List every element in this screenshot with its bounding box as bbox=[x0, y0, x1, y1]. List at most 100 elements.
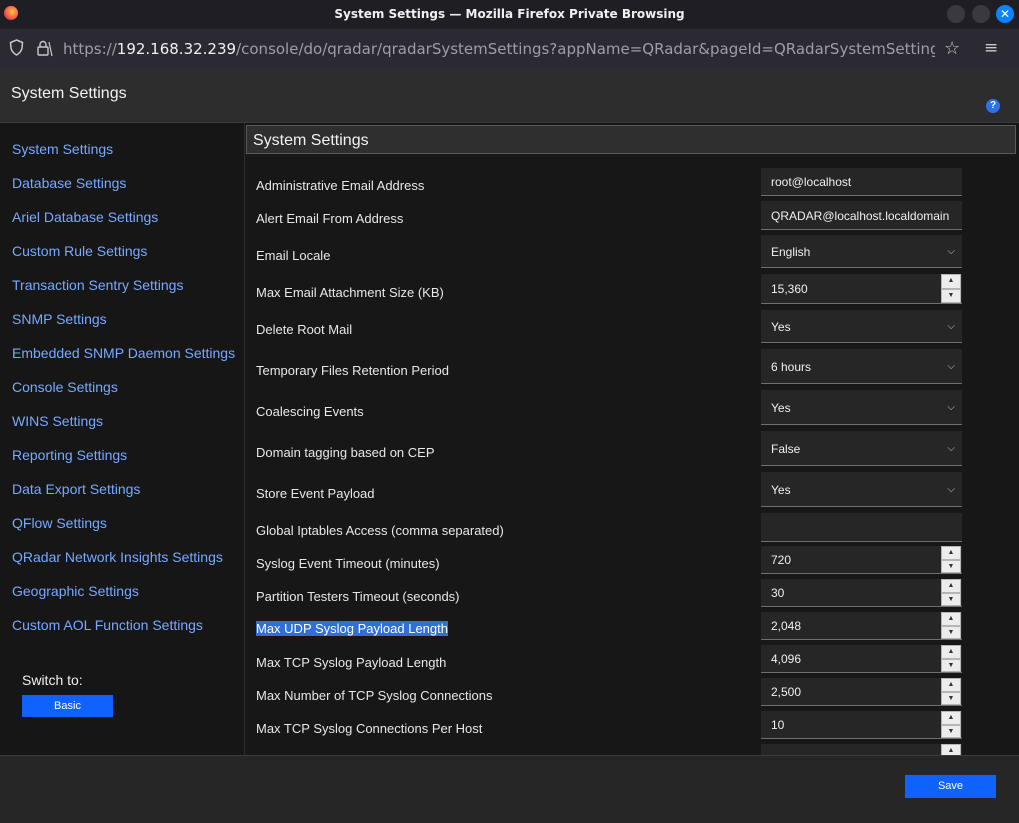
decrement-arrow-icon[interactable]: ▼ bbox=[941, 724, 961, 738]
help-icon[interactable]: ? bbox=[986, 99, 1000, 113]
sidebar-item-database-settings[interactable]: Database Settings bbox=[12, 175, 126, 191]
sidebar-item-system-settings[interactable]: System Settings bbox=[12, 141, 113, 157]
max-tcp-syslog-connections-stepper[interactable]: 2,500 ▲ ▼ bbox=[761, 678, 962, 706]
alert-email-from-label: Alert Email From Address bbox=[256, 211, 404, 226]
number-spinner[interactable]: ▲ bbox=[941, 744, 961, 755]
increment-arrow-icon[interactable]: ▲ bbox=[941, 711, 961, 725]
global-iptables-access-label: Global Iptables Access (comma separated) bbox=[256, 523, 504, 538]
max-tcp-connections-per-host-label: Max TCP Syslog Connections Per Host bbox=[256, 721, 483, 736]
increment-arrow-icon[interactable]: ▲ bbox=[941, 274, 961, 289]
settings-sidebar: System Settings Database Settings Ariel … bbox=[0, 123, 245, 755]
panel-header: System Settings bbox=[246, 125, 1016, 154]
increment-arrow-icon[interactable]: ▲ bbox=[941, 579, 961, 593]
browser-titlebar: System Settings — Mozilla Firefox Privat… bbox=[0, 0, 1019, 29]
temp-files-retention-label: Temporary Files Retention Period bbox=[256, 363, 449, 378]
next-setting-stepper[interactable]: ▲ bbox=[761, 744, 962, 755]
basic-mode-button[interactable]: Basic bbox=[22, 695, 113, 717]
hamburger-menu-icon[interactable]: ≡ bbox=[984, 38, 998, 58]
chevron-down-icon: ⌵ bbox=[947, 402, 955, 413]
save-button[interactable]: Save bbox=[905, 775, 996, 798]
increment-arrow-icon[interactable]: ▲ bbox=[941, 546, 961, 560]
alert-email-from-field[interactable]: QRADAR@localhost.localdomain bbox=[761, 201, 962, 230]
max-tcp-syslog-payload-label: Max TCP Syslog Payload Length bbox=[256, 655, 447, 670]
chevron-down-icon: ⌵ bbox=[947, 321, 955, 332]
app-header: System Settings ? bbox=[0, 70, 1019, 123]
chevron-down-icon: ⌵ bbox=[947, 361, 955, 372]
number-spinner[interactable]: ▲ ▼ bbox=[941, 711, 961, 738]
max-tcp-connections-per-host-stepper[interactable]: 10 ▲ ▼ bbox=[761, 711, 962, 739]
decrement-arrow-icon[interactable]: ▼ bbox=[941, 625, 961, 639]
decrement-arrow-icon[interactable]: ▼ bbox=[941, 559, 961, 573]
number-spinner[interactable]: ▲ ▼ bbox=[941, 546, 961, 573]
email-locale-label: Email Locale bbox=[256, 248, 331, 263]
sidebar-item-console-settings[interactable]: Console Settings bbox=[12, 379, 118, 395]
sidebar-item-reporting-settings[interactable]: Reporting Settings bbox=[12, 447, 127, 463]
admin-email-field[interactable]: root@localhost bbox=[761, 168, 962, 196]
settings-panel: System Settings Administrative Email Add… bbox=[245, 123, 1019, 755]
max-email-attachment-stepper[interactable]: 15,360 ▲ ▼ bbox=[761, 274, 962, 304]
domain-tagging-select[interactable]: False ⌵ bbox=[761, 431, 962, 466]
navigation-toolbar: https://192.168.32.239/console/do/qradar… bbox=[0, 29, 1019, 70]
delete-root-mail-select[interactable]: Yes ⌵ bbox=[761, 310, 962, 343]
sidebar-item-embedded-snmp-daemon-settings[interactable]: Embedded SNMP Daemon Settings bbox=[12, 345, 235, 361]
sidebar-item-transaction-sentry-settings[interactable]: Transaction Sentry Settings bbox=[12, 277, 183, 293]
max-email-attachment-label: Max Email Attachment Size (KB) bbox=[256, 285, 444, 300]
chevron-down-icon: ⌵ bbox=[947, 484, 955, 495]
lock-warning-icon[interactable] bbox=[35, 39, 53, 61]
decrement-arrow-icon[interactable]: ▼ bbox=[941, 288, 961, 303]
footer-bar: Save bbox=[0, 755, 1019, 823]
global-iptables-access-field[interactable] bbox=[761, 513, 962, 542]
coalescing-events-label: Coalescing Events bbox=[256, 404, 364, 419]
number-spinner[interactable]: ▲ ▼ bbox=[941, 274, 961, 303]
decrement-arrow-icon[interactable]: ▼ bbox=[941, 592, 961, 606]
temp-files-retention-select[interactable]: 6 hours ⌵ bbox=[761, 349, 962, 384]
max-udp-syslog-payload-stepper[interactable]: 2,048 ▲ ▼ bbox=[761, 612, 962, 640]
sidebar-item-qflow-settings[interactable]: QFlow Settings bbox=[12, 515, 107, 531]
store-event-payload-select[interactable]: Yes ⌵ bbox=[761, 472, 962, 507]
sidebar-item-geographic-settings[interactable]: Geographic Settings bbox=[12, 583, 139, 599]
sidebar-item-custom-rule-settings[interactable]: Custom Rule Settings bbox=[12, 243, 147, 259]
max-udp-syslog-payload-label: Max UDP Syslog Payload Length bbox=[256, 621, 448, 636]
increment-arrow-icon[interactable]: ▲ bbox=[941, 744, 961, 755]
window-title: System Settings — Mozilla Firefox Privat… bbox=[334, 7, 685, 21]
syslog-event-timeout-label: Syslog Event Timeout (minutes) bbox=[256, 556, 440, 571]
coalescing-events-select[interactable]: Yes ⌵ bbox=[761, 390, 962, 425]
bookmark-star-icon[interactable]: ☆ bbox=[944, 38, 960, 59]
max-tcp-syslog-connections-label: Max Number of TCP Syslog Connections bbox=[256, 688, 493, 703]
email-locale-select[interactable]: English ⌵ bbox=[761, 235, 962, 268]
decrement-arrow-icon[interactable]: ▼ bbox=[941, 658, 961, 672]
increment-arrow-icon[interactable]: ▲ bbox=[941, 645, 961, 659]
url-text[interactable]: https://192.168.32.239/console/do/qradar… bbox=[63, 40, 935, 58]
url-bar[interactable]: https://192.168.32.239/console/do/qradar… bbox=[58, 35, 970, 63]
partition-testers-timeout-label: Partition Testers Timeout (seconds) bbox=[256, 589, 460, 604]
maximize-button[interactable] bbox=[972, 5, 990, 23]
store-event-payload-label: Store Event Payload bbox=[256, 486, 375, 501]
minimize-button[interactable] bbox=[947, 5, 965, 23]
panel-title: System Settings bbox=[253, 132, 369, 149]
number-spinner[interactable]: ▲ ▼ bbox=[941, 678, 961, 705]
chevron-down-icon: ⌵ bbox=[947, 246, 955, 257]
increment-arrow-icon[interactable]: ▲ bbox=[941, 612, 961, 626]
admin-email-label: Administrative Email Address bbox=[256, 178, 425, 193]
partition-testers-timeout-stepper[interactable]: 30 ▲ ▼ bbox=[761, 579, 962, 607]
delete-root-mail-label: Delete Root Mail bbox=[256, 322, 353, 337]
switch-to-label: Switch to: bbox=[22, 672, 83, 688]
increment-arrow-icon[interactable]: ▲ bbox=[941, 678, 961, 692]
shield-icon[interactable] bbox=[9, 39, 24, 60]
sidebar-item-snmp-settings[interactable]: SNMP Settings bbox=[12, 311, 107, 327]
number-spinner[interactable]: ▲ ▼ bbox=[941, 612, 961, 639]
page-title: System Settings bbox=[11, 85, 127, 102]
sidebar-item-custom-aol-function-settings[interactable]: Custom AOL Function Settings bbox=[12, 617, 203, 633]
number-spinner[interactable]: ▲ ▼ bbox=[941, 645, 961, 672]
sidebar-item-qradar-network-insights-settings[interactable]: QRadar Network Insights Settings bbox=[12, 549, 223, 565]
number-spinner[interactable]: ▲ ▼ bbox=[941, 579, 961, 606]
sidebar-item-wins-settings[interactable]: WINS Settings bbox=[12, 413, 103, 429]
syslog-event-timeout-stepper[interactable]: 720 ▲ ▼ bbox=[761, 546, 962, 574]
sidebar-item-ariel-database-settings[interactable]: Ariel Database Settings bbox=[12, 209, 158, 225]
close-window-button[interactable]: ✕ bbox=[996, 5, 1014, 23]
chevron-down-icon: ⌵ bbox=[947, 443, 955, 454]
decrement-arrow-icon[interactable]: ▼ bbox=[941, 691, 961, 705]
max-tcp-syslog-payload-stepper[interactable]: 4,096 ▲ ▼ bbox=[761, 645, 962, 673]
domain-tagging-label: Domain tagging based on CEP bbox=[256, 445, 435, 460]
sidebar-item-data-export-settings[interactable]: Data Export Settings bbox=[12, 481, 140, 497]
